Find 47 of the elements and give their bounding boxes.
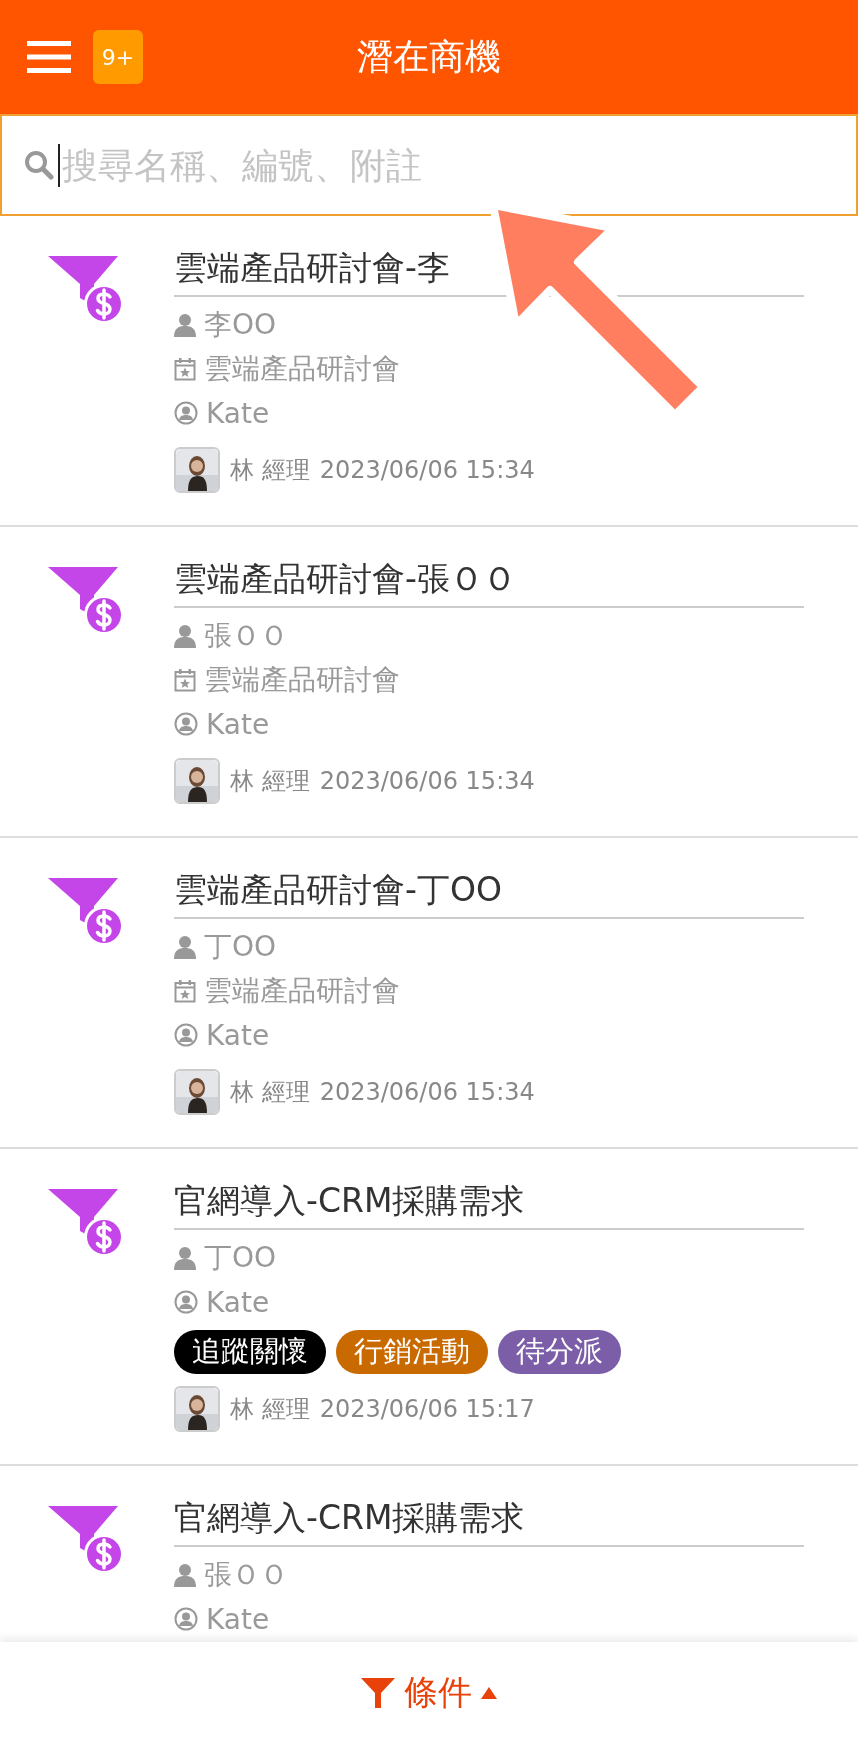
tag: 行銷活動 [336, 1330, 488, 1374]
notification-badge: 9+ [93, 30, 143, 84]
user-circle-icon [174, 1290, 198, 1314]
search-input[interactable]: 搜尋名稱、編號、附註 [58, 143, 856, 187]
page-title: 潛在商機 [357, 34, 501, 79]
opportunity-title[interactable]: 官網導入-CRM採購需求 [174, 1179, 804, 1230]
detail-text: 雲端產品研討會 [204, 351, 400, 387]
creator-name: 林 經理 [230, 766, 310, 797]
timestamp: 2023/06/06 15:34 [319, 1078, 535, 1106]
detail-text: 雲端產品研討會 [204, 662, 400, 698]
search-icon [24, 150, 54, 180]
detail-text: 張ＯＯ [204, 618, 288, 654]
person-icon [174, 935, 196, 959]
creator-name: 林 經理 [230, 1394, 310, 1425]
detail-text: Kate [206, 1602, 270, 1636]
search-field[interactable]: 搜尋名稱、編號、附註 [0, 114, 858, 216]
detail-text: Kate [206, 1018, 270, 1052]
timestamp: 2023/06/06 15:34 [319, 767, 535, 795]
person-icon [174, 313, 196, 337]
filter-button[interactable]: 條件 [354, 1669, 504, 1717]
timestamp: 2023/06/06 15:34 [319, 456, 535, 484]
filter-icon [360, 1676, 396, 1710]
menu-icon[interactable] [27, 39, 73, 75]
caret-icon [480, 1686, 498, 1700]
user-circle-icon [174, 401, 198, 425]
person-icon [174, 1563, 196, 1587]
detail-text: 雲端產品研討會 [204, 973, 400, 1009]
detail-text: Kate [206, 707, 270, 741]
creator-name: 林 經理 [230, 1077, 310, 1108]
detail-text: Kate [206, 396, 270, 430]
creator-name: 林 經理 [230, 455, 310, 486]
person-icon [174, 1246, 196, 1270]
opportunity-title[interactable]: 雲端產品研討會-丁OO [174, 868, 804, 919]
user-circle-icon [174, 712, 198, 736]
user-circle-icon [174, 1607, 198, 1631]
opportunity-title[interactable]: 官網導入-CRM採購需求 [174, 1496, 804, 1547]
detail-text: 丁OO [204, 1240, 277, 1276]
user-circle-icon [174, 1023, 198, 1047]
detail-text: 丁OO [204, 929, 277, 965]
detail-text: Kate [206, 1285, 270, 1319]
detail-text: 李OO [204, 307, 277, 343]
opportunity-title[interactable]: 雲端產品研討會-張ＯＯ [174, 557, 804, 608]
timestamp: 2023/06/06 15:17 [319, 1395, 535, 1423]
person-icon [174, 624, 196, 648]
detail-text: 張ＯＯ [204, 1557, 288, 1593]
tag: 追蹤關懷 [174, 1330, 326, 1374]
tag: 待分派 [498, 1330, 621, 1374]
